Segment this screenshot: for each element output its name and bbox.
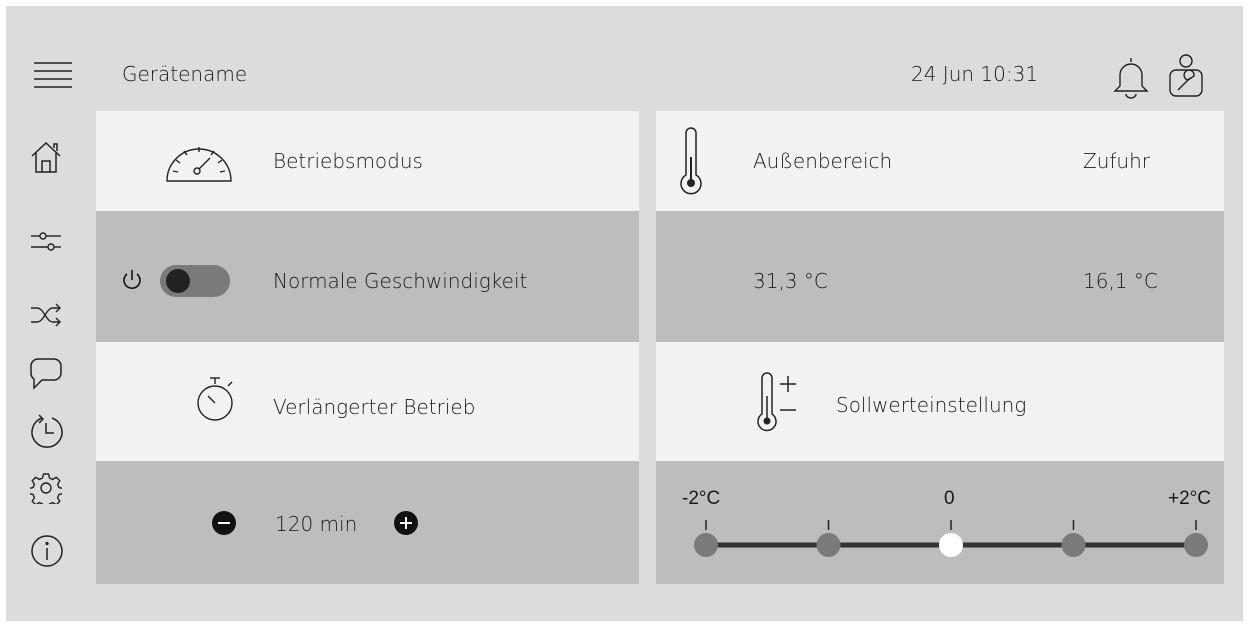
speedometer-icon (164, 133, 234, 185)
gear-icon[interactable] (30, 472, 62, 504)
outdoor-temperature: 31,3 °C (753, 269, 828, 293)
extended-operation-title: Verlängerter Betrieb (273, 395, 476, 419)
setpoint-slider-tile: -2°C 0 +2°C (656, 461, 1224, 584)
device-name: Gerätename (122, 62, 248, 86)
power-toggle[interactable] (160, 265, 230, 297)
thermometer-icon (678, 127, 704, 195)
extended-operation-tile[interactable]: Verlängerter Betrieb (96, 342, 639, 461)
info-icon[interactable] (30, 534, 63, 567)
slider-knob[interactable] (816, 533, 841, 557)
plus-button[interactable] (394, 511, 418, 535)
setpoint-title: Sollwerteinstellung (836, 393, 1027, 417)
operation-mode-value: Normale Geschwindigkeit (273, 269, 528, 293)
duration-value: 120 min (275, 512, 358, 536)
minus-icon (218, 522, 230, 524)
bell-icon[interactable] (1110, 54, 1152, 100)
chat-icon[interactable] (30, 357, 62, 390)
power-icon (120, 268, 144, 292)
home-icon[interactable] (30, 139, 62, 173)
slider-knob[interactable] (694, 533, 718, 557)
operation-mode-title: Betriebsmodus (273, 149, 423, 173)
toggle-knob (166, 269, 190, 293)
minus-button[interactable] (212, 511, 236, 535)
temperature-values-tile: 31,3 °C 16,1 °C (656, 211, 1224, 342)
supply-temperature: 16,1 °C (1083, 269, 1158, 293)
thermometer-plus-minus-icon (756, 372, 802, 434)
duration-tile: 120 min (96, 461, 639, 584)
supply-label: Zufuhr (1083, 149, 1150, 173)
service-user-icon[interactable] (1164, 52, 1208, 98)
speed-tile: Normale Geschwindigkeit (96, 211, 639, 342)
temperature-header-tile: Außenbereich Zufuhr (656, 111, 1224, 211)
slider-knob[interactable] (1184, 533, 1208, 557)
setpoint-slider[interactable] (656, 461, 1224, 584)
operation-mode-tile[interactable]: Betriebsmodus (96, 111, 639, 211)
stopwatch-icon (194, 375, 236, 423)
slider-knob[interactable] (1061, 533, 1086, 557)
history-icon[interactable] (30, 414, 63, 448)
shuffle-icon[interactable] (30, 301, 62, 333)
slider-selected-knob[interactable] (939, 533, 963, 557)
outdoor-label: Außenbereich (753, 149, 893, 173)
device-screen: Gerätename 24 Jun 10:31 Betriebsmodus No… (6, 6, 1243, 621)
sliders-icon[interactable] (30, 230, 62, 262)
datetime: 24 Jun 10:31 (911, 62, 1039, 86)
plus-icon-v (405, 517, 407, 529)
menu-icon[interactable] (32, 58, 74, 94)
setpoint-tile[interactable]: Sollwerteinstellung (656, 342, 1224, 461)
